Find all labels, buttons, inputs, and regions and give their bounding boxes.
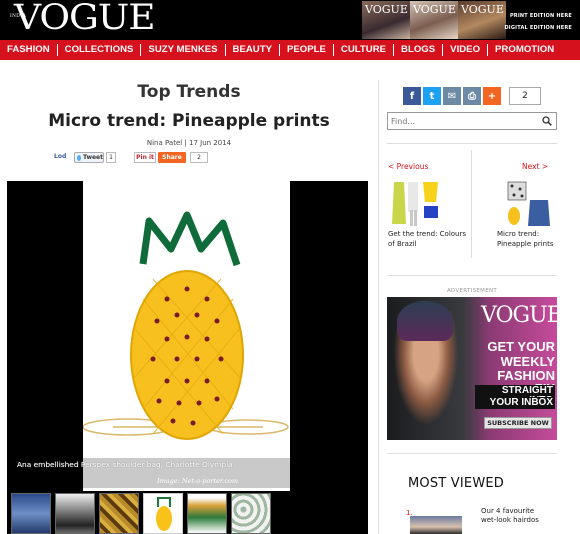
nav-fashion[interactable]: FASHION xyxy=(0,44,58,56)
gallery-thumbnail[interactable] xyxy=(55,493,95,534)
divider xyxy=(387,453,557,454)
vogue-logo[interactable]: INDIA VOGUE xyxy=(10,0,156,38)
tweet-button[interactable]: Tweet xyxy=(74,152,104,163)
plus-share-icon[interactable]: + xyxy=(483,87,501,105)
search-input[interactable] xyxy=(391,116,531,127)
ad-subline: YOUR INBOX xyxy=(475,397,555,409)
nav-beauty[interactable]: BEAUTY xyxy=(226,44,280,56)
print-edition-promo[interactable]: VOGUE VOGUE VOGUE PRINT EDITION HERE DIG… xyxy=(362,1,580,39)
article-title: Micro trend: Pineapple prints xyxy=(48,111,330,131)
model-hair xyxy=(397,301,453,341)
pineapple-icon xyxy=(156,506,172,531)
nav-people[interactable]: PEOPLE xyxy=(280,44,334,56)
next-article-image[interactable] xyxy=(500,180,556,228)
most-viewed-heading: MOST VIEWED xyxy=(408,476,504,491)
twitter-icon[interactable]: t xyxy=(423,87,441,105)
divider xyxy=(387,275,557,276)
gallery-main-image[interactable]: Ana embellished Perspex shoulder bag, Ch… xyxy=(7,181,368,491)
print-edition-link[interactable]: PRINT EDITION HERE xyxy=(510,13,572,19)
most-viewed-thumbnail[interactable] xyxy=(410,516,462,534)
gallery-thumbnail-active[interactable] xyxy=(143,493,183,534)
nav-blogs[interactable]: BLOGS xyxy=(394,44,444,56)
gallery-thumbnails xyxy=(7,491,368,534)
search-icon[interactable] xyxy=(542,116,552,126)
column-divider xyxy=(378,80,379,534)
gallery-thumbnail[interactable] xyxy=(231,493,271,534)
image-credit: Image: Net-a-porter.com xyxy=(157,477,239,485)
next-article-title[interactable]: Micro trend: Pineapple prints xyxy=(497,229,559,249)
nav-culture[interactable]: CULTURE xyxy=(334,44,395,56)
print-icon[interactable]: ⎙ xyxy=(463,87,481,105)
tweet-count: 1 xyxy=(106,152,116,163)
subscribe-now-button[interactable]: SUBSCRIBE NOW xyxy=(484,417,552,429)
most-viewed-item-title[interactable]: Our 4 favourite wet-look hairdos xyxy=(481,507,543,525)
magazine-cover-image: VOGUE xyxy=(458,1,506,39)
previous-article-image[interactable] xyxy=(388,180,444,228)
pineapple-bag-image xyxy=(83,211,289,440)
digital-edition-link[interactable]: DIGITAL EDITION HERE xyxy=(504,25,572,31)
previous-article-link[interactable]: < Previous xyxy=(388,162,428,171)
ad-logo: VOGUE xyxy=(481,303,557,328)
byline: Nina Patel | 17 Jun 2014 xyxy=(146,139,232,147)
facebook-icon[interactable]: f xyxy=(403,87,421,105)
tweet-label: Tweet xyxy=(83,154,103,161)
advertisement-label: ADVERTISEMENT xyxy=(446,288,498,294)
sidebar-share-count: 2 xyxy=(509,87,541,105)
nav-collections[interactable]: COLLECTIONS xyxy=(58,44,142,56)
article-share-bar: Lod Tweet 1 Pin it Share 2 xyxy=(54,151,354,165)
product-photo xyxy=(83,181,290,491)
section-title[interactable]: Top Trends xyxy=(0,82,378,102)
sidebar-share-bar: f t ✉ ⎙ + 2 xyxy=(403,87,563,105)
gallery-thumbnail[interactable] xyxy=(99,493,139,534)
nav-video[interactable]: VIDEO xyxy=(443,44,489,56)
gallery-thumbnail[interactable] xyxy=(187,493,227,534)
next-article-link[interactable]: Next > xyxy=(522,162,548,171)
twitter-bird-icon xyxy=(77,154,82,161)
share-count: 2 xyxy=(190,152,208,163)
pin-it-button[interactable]: Pin it xyxy=(134,152,156,163)
newsletter-ad-banner[interactable]: VOGUE GET YOUR WEEKLY FASHION FIX STRAIG… xyxy=(387,297,557,440)
gallery-thumbnail[interactable] xyxy=(11,493,51,534)
email-icon[interactable]: ✉ xyxy=(443,87,461,105)
magazine-cover-image: VOGUE xyxy=(410,1,458,39)
facebook-like-link[interactable]: Lod xyxy=(54,153,66,160)
ad-headline: GET YOUR xyxy=(487,339,555,354)
nav-promotion[interactable]: PROMOTION xyxy=(488,44,561,56)
divider xyxy=(387,143,557,144)
previous-article-title[interactable]: Get the trend: Colours of Brazil xyxy=(388,229,472,249)
nav-suzy-menkes[interactable]: SUZY MENKES xyxy=(141,44,226,56)
magazine-cover-image: VOGUE xyxy=(362,1,410,39)
main-nav: FASHION COLLECTIONS SUZY MENKES BEAUTY P… xyxy=(0,40,580,60)
site-header: INDIA VOGUE VOGUE VOGUE VOGUE PRINT EDIT… xyxy=(0,0,580,40)
search-box xyxy=(387,112,557,130)
share-button[interactable]: Share xyxy=(158,152,186,163)
logo-text: VOGUE xyxy=(14,0,156,38)
image-caption: Ana embellished Perspex shoulder bag, Ch… xyxy=(17,460,233,469)
ad-headline: WEEKLY xyxy=(500,354,555,369)
